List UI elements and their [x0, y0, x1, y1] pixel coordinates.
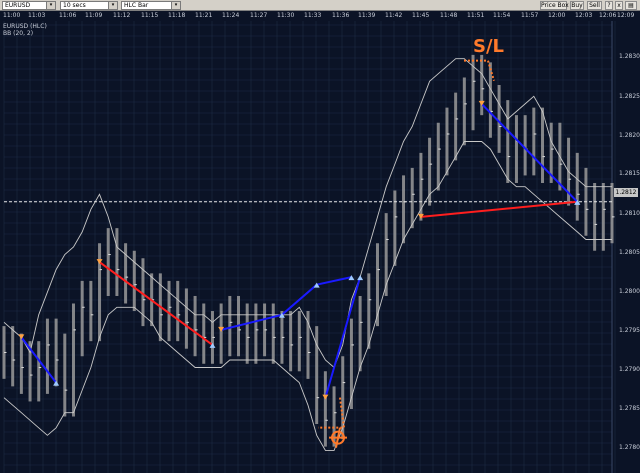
price-tick: 1.2805 [619, 249, 640, 256]
exit-marker [357, 275, 364, 281]
price-tick: 1.2825 [619, 93, 640, 100]
price-tick: 1.2790 [619, 366, 640, 373]
price-tick: 1.2785 [619, 405, 640, 412]
price-tick: 1.2815 [619, 170, 640, 177]
sell-trade-line [420, 200, 578, 218]
price-tick: 1.2780 [619, 444, 640, 451]
price-chart[interactable] [0, 0, 640, 473]
chart-window: EURUSD ▾ 10 secs ▾ HLC Bar ▾ Price Box B… [0, 0, 640, 473]
price-tick: 1.2830 [619, 53, 640, 60]
price-tick: 1.2820 [619, 132, 640, 139]
stop-loss-annotation: S/L [473, 36, 505, 57]
price-tick: 1.2810 [619, 210, 640, 217]
indicator-label: BB (20, 2) [3, 30, 34, 37]
price-tick: 1.2795 [619, 327, 640, 334]
price-tick: 1.2800 [619, 288, 640, 295]
current-price-badge: 1.2812 [614, 188, 638, 197]
series-label: EURUSD (HLC) [3, 23, 47, 30]
stop-loss-dotted-line [318, 397, 346, 429]
